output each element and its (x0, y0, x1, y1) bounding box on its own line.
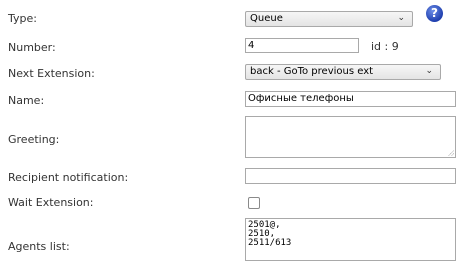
agents-list-textarea[interactable]: 2501@, 2510, 2511/613 (245, 218, 456, 261)
next-extension-label: Next Extension: (8, 67, 95, 80)
type-select-value: Queue (250, 13, 283, 24)
chevron-down-icon: ⌄ (397, 13, 405, 23)
recipient-notification-input[interactable] (245, 168, 456, 184)
wait-extension-label: Wait Extension: (8, 196, 94, 209)
type-label: Type: (8, 12, 37, 25)
chevron-down-icon: ⌄ (425, 66, 433, 76)
id-text: id : 9 (371, 40, 399, 53)
agents-list-label: Agents list: (8, 240, 70, 253)
number-input[interactable]: 4 (245, 38, 359, 53)
greeting-label: Greeting: (8, 133, 60, 146)
next-extension-value: back - GoTo previous ext (250, 66, 374, 77)
help-icon[interactable]: ? (426, 5, 443, 22)
number-label: Number: (8, 41, 56, 54)
type-select[interactable]: Queue ⌄ (245, 11, 413, 27)
name-input[interactable]: Офисные телефоны (245, 91, 456, 107)
resize-handle-icon[interactable] (448, 150, 454, 156)
name-label: Name: (8, 94, 45, 107)
recipient-notification-label: Recipient notification: (8, 171, 129, 184)
greeting-textarea[interactable] (245, 116, 456, 158)
next-extension-select[interactable]: back - GoTo previous ext ⌄ (245, 64, 441, 80)
wait-extension-checkbox[interactable] (248, 197, 260, 209)
